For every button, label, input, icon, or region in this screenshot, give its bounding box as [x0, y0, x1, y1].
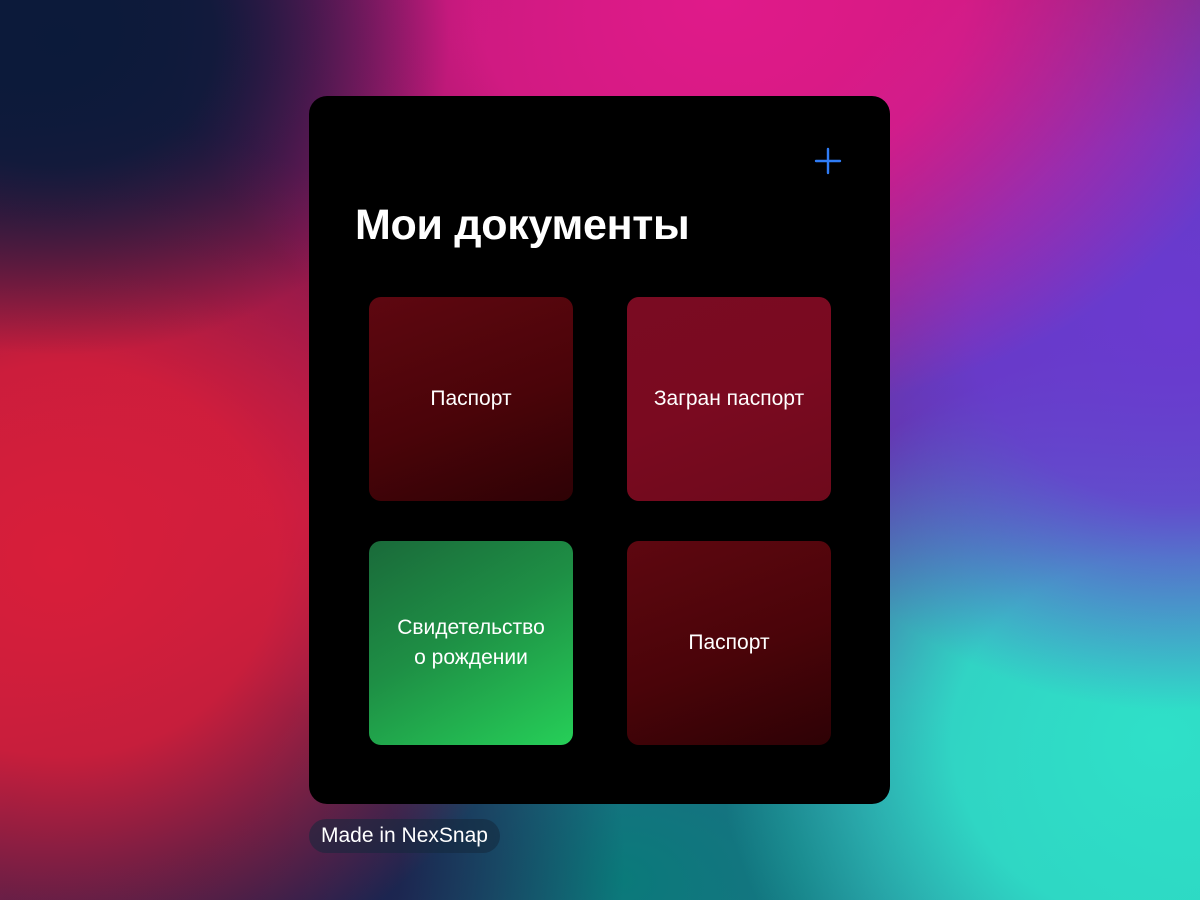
document-tile-birth-certificate[interactable]: Свидетельство о рождении	[369, 541, 573, 745]
add-document-button[interactable]	[814, 147, 842, 175]
plus-icon	[814, 147, 842, 175]
document-tile-passport[interactable]: Паспорт	[369, 297, 573, 501]
document-tile-label: Паспорт	[430, 387, 512, 410]
made-in-nexsnap-badge: Made in NexSnap	[309, 819, 500, 853]
document-tile-passport-2[interactable]: Паспорт	[627, 541, 831, 745]
document-tile-label: Паспорт	[688, 631, 770, 654]
page-title: Мои документы	[355, 201, 690, 249]
document-tile-foreign-passport[interactable]: Загран паспорт	[627, 297, 831, 501]
document-tile-label: Свидетельство о рождении	[397, 616, 545, 669]
documents-widget: Мои документы Паспорт Загран паспорт Сви…	[309, 96, 890, 804]
document-tile-label: Загран паспорт	[653, 387, 805, 410]
